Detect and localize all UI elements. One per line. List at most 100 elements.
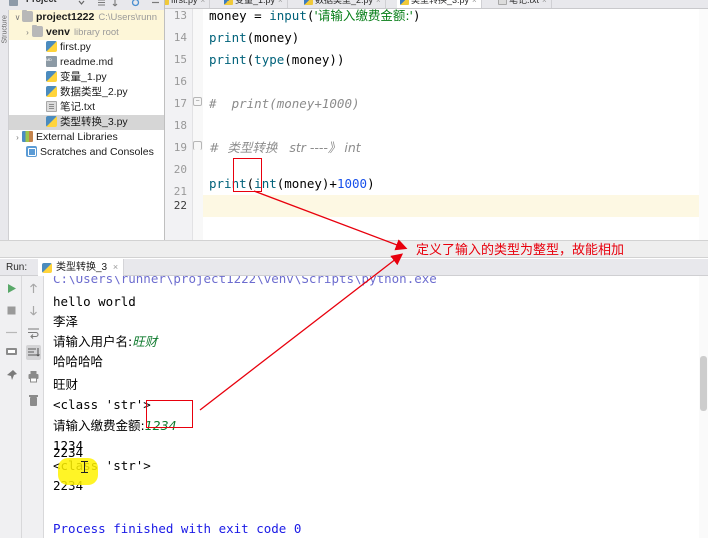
tree-item-label: venv xyxy=(46,26,70,38)
tree-item-first-py[interactable]: first.py xyxy=(9,40,164,55)
scroll-to-end-icon[interactable] xyxy=(26,345,41,360)
project-dropdown-icon[interactable] xyxy=(8,0,19,6)
code-line-15: print(type(money)) xyxy=(209,52,345,67)
tree-item-path: C:\Users\runn xyxy=(98,12,157,24)
editor-tab-label: 数据类型_2.py xyxy=(315,0,374,5)
pin-icon[interactable] xyxy=(4,368,19,383)
close-icon[interactable]: × xyxy=(278,0,283,5)
run-header: Run: 类型转换_3 × xyxy=(0,259,708,276)
console-scrollbar[interactable] xyxy=(699,276,708,538)
text-file-icon xyxy=(46,101,57,113)
console-line: hello world xyxy=(53,294,136,309)
tree-item-shujuleixing-2-py[interactable]: 数据类型_2.py xyxy=(9,85,164,100)
code-editor[interactable]: 13 14 15 16 17 18 19 20 21 22 − money = … xyxy=(165,9,708,247)
run-toolbar-secondary xyxy=(22,276,44,538)
rerun-failed-tests-icon[interactable] xyxy=(4,344,19,359)
python-file-icon xyxy=(165,0,169,5)
project-toolbar: Project xyxy=(0,0,164,10)
console-line: 李泽 xyxy=(53,314,79,329)
tree-item-label: External Libraries xyxy=(36,131,118,143)
fold-region-icon[interactable] xyxy=(193,141,202,150)
annotation-text: 定义了输入的类型为整型，故能相加 xyxy=(416,243,625,258)
line-number-current: 22 xyxy=(173,199,187,212)
console-result-overlay: 2234 xyxy=(53,445,84,460)
tree-item-label: project1222 xyxy=(36,11,95,23)
editor-scrollbar[interactable] xyxy=(699,9,708,247)
scroll-up-icon[interactable] xyxy=(26,281,41,296)
python-file-icon xyxy=(400,0,409,5)
close-icon[interactable]: × xyxy=(376,0,381,5)
line-number: 13 xyxy=(173,9,187,22)
red-box-console-input xyxy=(146,400,193,428)
clear-all-icon[interactable] xyxy=(26,393,41,408)
console-output[interactable]: C:\Users\runner\project1222\venv\Scripts… xyxy=(45,276,699,538)
folder-icon xyxy=(32,25,43,38)
close-icon[interactable]: × xyxy=(542,0,547,5)
editor-text-area[interactable]: money = input('请输入缴费金额:') print(money) p… xyxy=(203,9,708,247)
chevron-down-icon[interactable]: ∨ xyxy=(13,10,22,25)
text-file-icon xyxy=(498,0,507,5)
soft-wrap-icon[interactable] xyxy=(26,325,41,340)
editor-tab-leixingzhuanhuan-3-py[interactable]: 类型转换_3.py × xyxy=(397,0,482,8)
editor-tab-strip: first.py × 变量_1.py × 数据类型_2.py × 类型转换_3.py ×… xyxy=(165,0,708,9)
console-scrollbar-thumb[interactable] xyxy=(700,356,707,411)
tree-item-readme-md[interactable]: readme.md xyxy=(9,52,164,70)
code-line-14: print(money) xyxy=(209,30,300,45)
tree-item-scratches-and-consoles[interactable]: Scratches and Consoles xyxy=(9,145,164,160)
editor-tab-biji-txt[interactable]: 笔记.txt × xyxy=(495,0,552,8)
run-tab-label: 类型转换_3 xyxy=(56,262,108,273)
tree-item-venv[interactable]: › venv library root xyxy=(9,25,164,40)
tree-item-leixingzhuanhuan-3-py[interactable]: 类型转换_3.py xyxy=(9,115,164,130)
tree-item-project1222[interactable]: ∨ project1222 C:\Users\runn xyxy=(9,10,164,25)
line-number: 17 xyxy=(173,97,187,110)
editor-fold-column[interactable]: − xyxy=(193,9,203,247)
close-icon[interactable]: × xyxy=(201,0,206,5)
console-prompt: 请输入用户名: xyxy=(53,334,133,349)
console-command-line: C:\Users\runner\project1222\venv\Scripts… xyxy=(53,276,437,286)
project-toolbar-title[interactable]: Project xyxy=(26,0,57,4)
scroll-down-icon[interactable] xyxy=(26,303,41,318)
chevron-right-icon[interactable]: › xyxy=(23,25,32,40)
console-line: 旺财 xyxy=(53,377,79,392)
close-icon[interactable]: × xyxy=(472,0,477,5)
text-cursor-bottom-bar-icon xyxy=(81,472,88,473)
structure-tool-tab[interactable]: Structure xyxy=(2,15,9,43)
editor-tab-bianliang-1-py[interactable]: 变量_1.py × xyxy=(221,0,288,8)
editor-tab-shujuleixing-2-py[interactable]: 数据类型_2.py × xyxy=(301,0,386,8)
tree-item-biji-txt[interactable]: 笔记.txt xyxy=(9,100,164,115)
editor-tab-label: 笔记.txt xyxy=(509,0,540,5)
run-tool-window: Run: 类型转换_3 × C:\Users\runner\project122… xyxy=(0,259,708,538)
scratches-icon xyxy=(26,146,37,158)
run-icon[interactable] xyxy=(4,281,19,296)
line-number: 15 xyxy=(173,53,187,66)
hide-panel-icon[interactable] xyxy=(150,0,161,6)
line-number: 14 xyxy=(173,31,187,44)
python-file-icon xyxy=(42,263,52,273)
sort-icon[interactable] xyxy=(112,0,123,7)
chevron-right-icon[interactable]: › xyxy=(13,130,22,145)
code-line-13: money = input('请输入缴费金额:') xyxy=(209,9,421,23)
editor-tab-label: 类型转换_3.py xyxy=(411,0,470,5)
tree-item-bianliang-1-py[interactable]: 变量_1.py xyxy=(9,70,164,85)
console-prompt: 请输入缴费金额: xyxy=(53,418,145,433)
collapse-all-icon[interactable] xyxy=(96,0,107,6)
python-file-icon xyxy=(46,116,57,128)
close-icon[interactable]: × xyxy=(113,259,118,276)
settings-icon[interactable] xyxy=(130,0,141,7)
tree-item-label: Scratches and Consoles xyxy=(40,146,154,158)
console-line-input-username: 请输入用户名:旺财 xyxy=(53,332,157,352)
fold-collapse-icon[interactable]: − xyxy=(193,97,202,106)
run-toolbar-primary xyxy=(0,276,22,538)
print-icon[interactable] xyxy=(26,369,41,384)
editor-tab-first-py[interactable]: first.py × xyxy=(165,0,211,8)
tool-window-side-strip: Structure xyxy=(0,10,9,247)
line-number: 18 xyxy=(173,119,187,132)
python-file-icon xyxy=(46,71,57,83)
line-number: 16 xyxy=(173,75,187,88)
text-cursor-top-bar-icon xyxy=(81,461,88,462)
run-tab-leixingzhuanhuan-3[interactable]: 类型转换_3 × xyxy=(38,259,125,276)
code-line-19: # 类型转换 str ----》 int xyxy=(209,140,361,155)
stop-icon[interactable] xyxy=(4,303,19,318)
chevron-down-icon[interactable] xyxy=(76,0,87,6)
tree-item-external-libraries[interactable]: › External Libraries xyxy=(9,130,164,145)
